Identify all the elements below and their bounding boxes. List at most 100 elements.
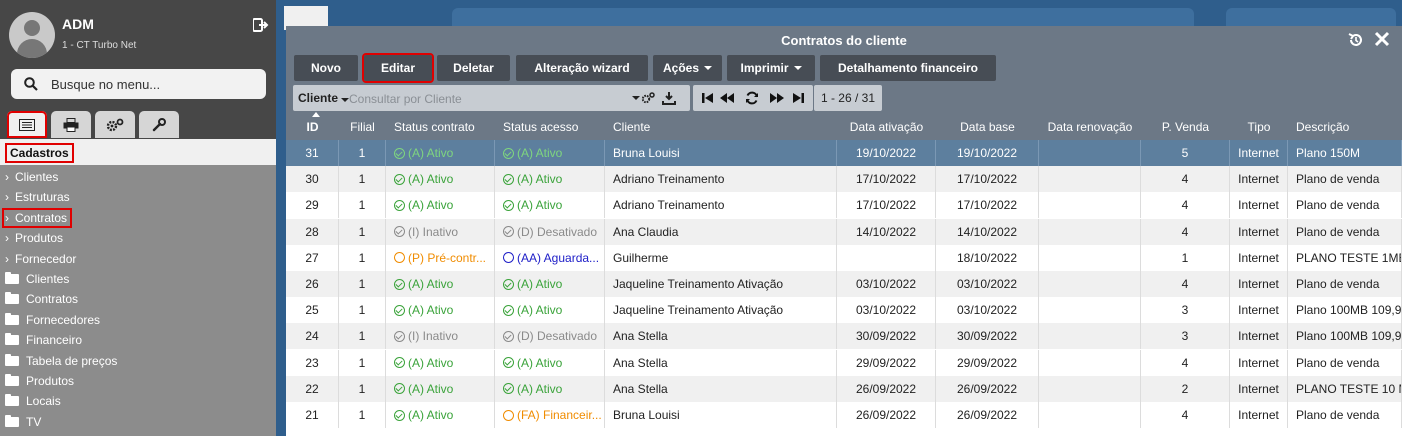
menu-item-chevron[interactable]: › Clientes [5,170,58,184]
menu-item-folder[interactable]: Fornecedores [5,312,100,327]
cell-descricao: Plano 100MB 109,9 [1288,297,1402,324]
modal-title: Contratos do cliente [781,33,907,48]
cell-descricao: Plano de venda [1288,402,1402,428]
menu-item-folder[interactable]: TV [5,414,41,429]
menu-item-label: Estruturas [15,190,70,205]
cell-status-contrato: (P) Pré-contr... [386,244,495,271]
cell-descricao: Plano de venda [1288,166,1402,193]
status-icon [394,252,405,264]
financial-detail-button[interactable]: Detalhamento financeiro [820,55,996,81]
cell-p-venda: 4 [1141,402,1230,428]
table-row[interactable]: 29 1 (A) Ativo (A) Ativo Adriano Treinamento… [286,192,1402,219]
refresh-icon[interactable] [745,91,759,105]
menu-item-chevron[interactable]: › Fornecedor [5,252,76,266]
first-page-icon[interactable] [701,91,715,105]
table-row[interactable]: 27 1 (P) Pré-contr... (AA) Aguarda... Guilhe… [286,244,1402,271]
status-label: (AA) Aguarda... [517,250,600,265]
tab-cadastros[interactable] [7,111,47,138]
cell-status-acesso: (A) Ativo [495,375,605,402]
menu-item-label: Clientes [26,272,70,286]
table-row[interactable]: 24 1 (I) Inativo (D) Desativado Ana Stella 30… [286,323,1402,350]
menu-item-folder[interactable]: Produtos [5,374,74,388]
menu-search-input[interactable]: Busque no menu... [11,69,266,99]
status-label: (FA) Financeir... [517,408,602,422]
status-icon [394,383,405,395]
menu-item-folder[interactable]: Tabela de preços [5,353,117,368]
menu-item-label: Financeiro [26,333,83,348]
cell-id: 21 [286,402,339,428]
menu-item-chevron[interactable]: › Produtos [5,231,63,245]
column-header-data-base[interactable]: Data base [936,120,1039,134]
cell-cliente: Adriano Treinamento [605,192,837,219]
cell-data-ativacao: 29/09/2022 [837,349,936,376]
delete-button[interactable]: Deletar [437,55,510,81]
status-icon [503,383,514,395]
table-row[interactable]: 21 1 (A) Ativo (FA) Financeir... Bruna Louis… [286,402,1402,428]
cell-tipo: Internet [1230,271,1288,297]
column-header-cliente[interactable]: Cliente [613,120,650,134]
column-header-data-renovacao[interactable]: Data renovação [1039,120,1141,134]
menu-item-chevron[interactable]: › Estruturas [5,190,70,204]
column-header-status-contrato[interactable]: Status contrato [394,120,475,134]
column-header-status-acesso[interactable]: Status acesso [503,120,578,134]
tab-settings[interactable] [95,111,135,138]
search-placeholder: Busque no menu... [51,77,161,92]
table-row[interactable]: 31 1 (A) Ativo (A) Ativo Bruna Louisi 19/10/2… [286,140,1402,166]
column-header-descricao[interactable]: Descrição [1296,120,1349,134]
cell-filial: 1 [339,218,386,245]
actions-dropdown[interactable]: Ações [653,55,722,81]
reset-icon[interactable] [1348,32,1364,48]
menu-item-chevron[interactable]: › Contratos [1,207,73,228]
cell-tipo: Internet [1230,140,1288,166]
print-dropdown[interactable]: Imprimir [727,55,815,81]
filter-input[interactable]: Consultar por Cliente [349,92,462,106]
cell-status-acesso: (A) Ativo [495,271,605,297]
cell-data-ativacao: 26/09/2022 [837,375,936,402]
column-header-id[interactable]: ID [286,120,339,134]
menu-item-folder[interactable]: Financeiro [5,333,82,347]
table-row[interactable]: 25 1 (A) Ativo (A) Ativo Jaqueline Treinamen… [286,297,1402,324]
column-header-filial[interactable]: Filial [339,120,386,134]
cell-filial: 1 [339,349,386,376]
status-label: (A) Ativo [517,277,563,291]
next-page-icon[interactable] [770,91,784,105]
cell-status-acesso: (A) Ativo [495,349,605,376]
previous-page-icon[interactable] [720,91,734,105]
table-row[interactable]: 30 1 (A) Ativo (A) Ativo Adriano Treinamento… [286,166,1402,193]
column-header-tipo[interactable]: Tipo [1230,120,1288,134]
cell-data-ativacao: 03/10/2022 [837,297,936,324]
menu-item-folder[interactable]: Clientes [5,272,69,286]
cell-id: 30 [286,166,339,193]
wizard-button[interactable]: Alteração wizard [516,55,648,81]
status-label: (A) Ativo [517,172,563,187]
menu-item-folder[interactable]: Contratos [5,292,78,306]
avatar [9,12,55,58]
table-row[interactable]: 28 1 (I) Inativo (D) Desativado Ana Claudia 1… [286,218,1402,245]
pager-info: 1 - 26 / 31 [814,85,882,111]
filter-field-select[interactable]: Cliente [298,91,350,105]
gears-icon[interactable] [641,91,655,105]
menu-item-label: Produtos [26,374,75,388]
pager [693,85,813,111]
cell-tipo: Internet [1230,192,1288,219]
filter-caret-icon[interactable] [632,96,640,100]
new-button[interactable]: Novo [294,55,358,81]
table-row[interactable]: 22 1 (A) Ativo (A) Ativo Ana Stella 26/09/202… [286,375,1402,402]
cell-data-renovacao [1039,402,1141,428]
tab-tools[interactable] [139,111,179,138]
cell-data-renovacao [1039,140,1141,166]
column-header-p-venda[interactable]: P. Venda [1141,120,1230,134]
logout-icon[interactable] [253,18,269,32]
cell-descricao: PLANO TESTE 10 M [1288,375,1402,402]
table-row[interactable]: 26 1 (A) Ativo (A) Ativo Jaqueline Treinamen… [286,271,1402,297]
close-icon[interactable] [1374,31,1390,47]
cell-data-renovacao [1039,297,1141,324]
download-icon[interactable] [662,91,676,105]
cell-p-venda: 3 [1141,323,1230,350]
edit-button[interactable]: Editar [362,53,434,83]
column-header-data-ativacao[interactable]: Data ativação [837,120,936,134]
table-row[interactable]: 23 1 (A) Ativo (A) Ativo Ana Stella 29/09/202… [286,349,1402,376]
tab-print[interactable] [51,111,91,138]
menu-item-folder[interactable]: Locais [5,394,61,408]
last-page-icon[interactable] [791,91,805,105]
